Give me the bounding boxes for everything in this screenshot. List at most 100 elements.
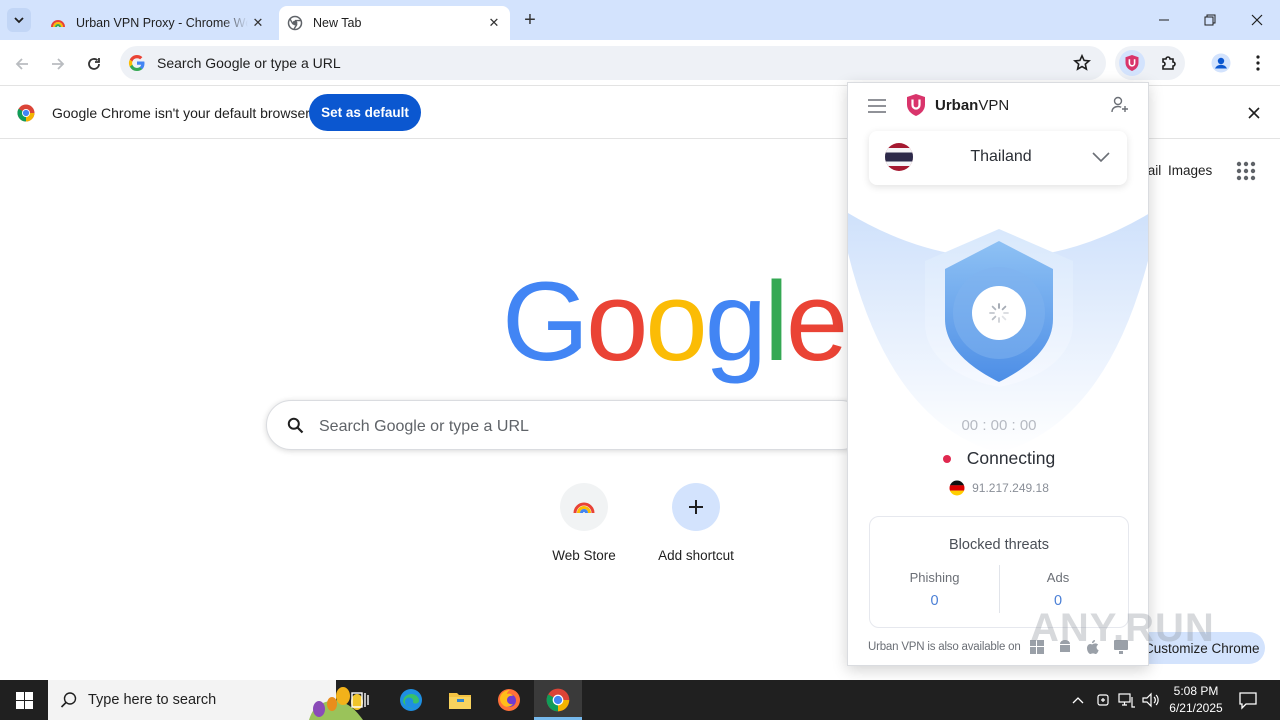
google-g-icon — [128, 54, 145, 72]
clock-date: 6/21/2025 — [1169, 701, 1223, 715]
brand-name: UrbanVPN — [935, 97, 1009, 114]
shortcut-tile — [672, 483, 720, 531]
infobar-message: Google Chrome isn't your default browser — [52, 105, 310, 121]
blocked-threats-card: Blocked threats Phishing 0 Ads 0 — [869, 516, 1129, 628]
minimize-icon — [1159, 19, 1169, 21]
bookmark-star-icon[interactable] — [1073, 54, 1091, 72]
phishing-count: 0 — [930, 593, 939, 609]
shortcut-label: Web Store — [552, 548, 616, 563]
apple-logo-icon[interactable] — [1086, 639, 1099, 655]
start-button[interactable] — [0, 680, 48, 720]
images-link[interactable]: Images — [1168, 163, 1212, 178]
threats-title: Blocked threats — [949, 537, 1049, 553]
new-tab-plus-icon[interactable]: + — [519, 10, 541, 32]
customize-chrome-button[interactable]: Customize Chrome — [1130, 632, 1265, 664]
ads-label: Ads — [1046, 570, 1070, 585]
connection-timer: 00 : 00 : 00 — [961, 417, 1037, 434]
restore-icon — [1204, 14, 1216, 26]
connection-status: Connecting — [848, 448, 1148, 469]
plus-icon — [689, 500, 703, 514]
hamburger-menu-button[interactable] — [868, 99, 886, 113]
tab-title: New Tab — [313, 16, 362, 30]
clock-time: 5:08 PM — [1173, 684, 1219, 698]
chrome-globe-icon — [287, 15, 303, 31]
android-logo-icon[interactable] — [1058, 639, 1072, 655]
minimize-button[interactable] — [1141, 0, 1187, 40]
close-tab-icon[interactable]: ✕ — [248, 13, 268, 33]
tab-search-button[interactable] — [7, 8, 31, 32]
brand-name-bold: Urban — [935, 97, 979, 114]
notifications-icon[interactable] — [1238, 690, 1258, 710]
back-button[interactable] — [9, 51, 35, 77]
taskbar-clock[interactable]: 5:08 PM 6/21/2025 — [1162, 683, 1230, 717]
volume-icon[interactable] — [1142, 692, 1160, 708]
chevron-down-icon — [1092, 152, 1110, 163]
search-placeholder: Search Google or type a URL — [319, 418, 529, 435]
phishing-label: Phishing — [909, 570, 960, 585]
windows-logo-icon[interactable] — [1030, 640, 1044, 654]
tab-urban-vpn-store[interactable]: Urban VPN Proxy - Chrome Web Store ✕ — [40, 6, 274, 40]
shortcut-label: Add shortcut — [658, 548, 734, 563]
platforms-text: Urban VPN is also available on — [868, 641, 1021, 653]
address-bar-text: Search Google or type a URL — [157, 55, 341, 71]
urban-vpn-logo-icon — [907, 94, 925, 116]
loading-spinner-icon — [989, 303, 1009, 323]
chrome-logo-icon — [17, 104, 35, 122]
restore-button[interactable] — [1187, 0, 1233, 40]
web-store-rainbow-icon — [573, 502, 595, 514]
chevron-down-icon — [14, 17, 24, 24]
profile-avatar-icon — [1211, 53, 1231, 73]
taskbar-search-box[interactable]: Type here to search — [48, 680, 363, 720]
rainbow-favicon-icon — [51, 20, 65, 28]
close-icon — [1248, 107, 1260, 119]
close-infobar-button[interactable] — [1244, 103, 1264, 123]
edge-icon — [400, 689, 422, 711]
search-icon — [60, 692, 77, 708]
forward-button[interactable] — [45, 51, 71, 77]
close-tab-icon[interactable]: ✕ — [484, 13, 504, 33]
status-dot — [942, 454, 951, 463]
germany-flag-icon — [949, 480, 965, 496]
reload-icon — [88, 58, 100, 70]
urban-vpn-extension-button[interactable] — [1119, 50, 1145, 76]
tab-new-tab[interactable]: New Tab ✕ — [279, 6, 510, 40]
puzzle-icon — [1162, 56, 1176, 70]
extensions-button[interactable] — [1156, 50, 1182, 76]
set-as-default-button[interactable]: Set as default — [309, 94, 421, 131]
chevron-up-icon[interactable] — [1071, 694, 1085, 706]
edge-taskbar-button[interactable] — [387, 680, 435, 720]
close-window-button[interactable] — [1234, 0, 1280, 40]
chrome-menu-button[interactable] — [1247, 50, 1269, 76]
urban-vpn-popup: UrbanVPN Thailand 00 : 00 : 00 Connectin… — [847, 82, 1149, 666]
close-icon — [1251, 14, 1263, 26]
shortcut-add[interactable]: Add shortcut — [640, 483, 752, 563]
chrome-logo-icon — [546, 688, 570, 712]
firefox-taskbar-button[interactable] — [485, 680, 533, 720]
account-button[interactable] — [1111, 96, 1129, 119]
file-explorer-taskbar-button[interactable] — [436, 680, 484, 720]
shortcut-web-store[interactable]: Web Store — [528, 483, 640, 563]
tab-title: Urban VPN Proxy - Chrome Web Store — [76, 16, 248, 30]
urban-vpn-logo-icon — [1125, 55, 1139, 71]
status-text: Connecting — [966, 448, 1056, 468]
taskbar-search-placeholder: Type here to search — [88, 692, 217, 708]
ip-address: 91.217.249.18 — [848, 480, 1148, 496]
user-add-icon — [1111, 96, 1128, 113]
network-icon[interactable] — [1118, 692, 1136, 708]
vpn-tray-icon[interactable] — [1095, 692, 1111, 708]
profile-button[interactable] — [1208, 50, 1234, 76]
google-apps-icon[interactable] — [1236, 161, 1256, 181]
brand-name-rest: VPN — [978, 97, 1010, 114]
shortcut-tile — [560, 483, 608, 531]
reload-button[interactable] — [81, 51, 107, 77]
chrome-taskbar-button[interactable] — [534, 680, 582, 720]
google-logo: Google — [502, 259, 848, 384]
ads-count: 0 — [1053, 593, 1063, 609]
ip-text: 91.217.249.18 — [972, 481, 1049, 495]
hamburger-menu-icon — [868, 99, 886, 113]
task-view-button[interactable] — [336, 680, 384, 720]
desktop-logo-icon[interactable] — [1114, 640, 1128, 654]
country-selector[interactable]: Thailand — [869, 131, 1127, 185]
task-view-icon — [351, 692, 369, 708]
kebab-menu-icon — [1256, 55, 1260, 71]
